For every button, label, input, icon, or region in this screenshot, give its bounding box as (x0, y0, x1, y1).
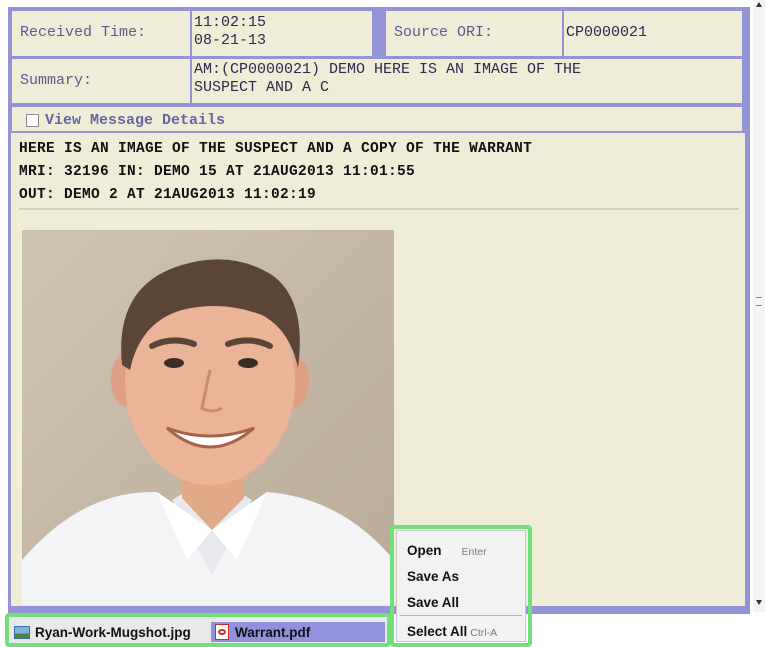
received-time-label: Received Time: (20, 24, 147, 41)
vertical-scrollbar[interactable] (753, 0, 765, 612)
message-line-3: OUT: DEMO 2 AT 21AUG2013 11:02:19 (19, 187, 317, 203)
received-date-value: 08-21-13 (194, 32, 267, 49)
message-divider (19, 208, 739, 210)
message-line-2: MRI: 32196 IN: DEMO 15 AT 21AUG2013 11:0… (19, 164, 416, 180)
attachments-highlight (5, 613, 391, 647)
mugshot-illustration (22, 230, 394, 605)
scroll-grip-icon[interactable] (756, 297, 762, 306)
scroll-up-icon[interactable] (756, 2, 762, 7)
received-time-label-cell: Received Time: (12, 11, 190, 56)
summary-label-cell: Summary: (12, 59, 190, 103)
source-ori-label-cell: Source ORI: (386, 11, 562, 56)
summary-value-cell: AM:(CP0000021) DEMO HERE IS AN IMAGE OF … (192, 59, 742, 103)
received-time-value-cell: 11:02:15 08-21-13 (192, 11, 372, 56)
scroll-down-icon[interactable] (756, 600, 762, 605)
summary-value-line1: AM:(CP0000021) DEMO HERE IS AN IMAGE OF … (194, 61, 582, 78)
summary-value-line2: SUSPECT AND A C (194, 79, 330, 96)
message-line-1: HERE IS AN IMAGE OF THE SUSPECT AND A CO… (19, 141, 533, 157)
view-details-row: View Message Details (12, 107, 742, 131)
context-menu-highlight (390, 525, 532, 647)
view-details-checkbox[interactable] (26, 114, 39, 127)
source-ori-value: CP0000021 (566, 24, 648, 41)
source-ori-label: Source ORI: (394, 24, 494, 41)
source-ori-value-cell: CP0000021 (564, 11, 742, 56)
view-details-label[interactable]: View Message Details (45, 112, 225, 130)
summary-label: Summary: (20, 72, 93, 89)
received-time-value: 11:02:15 (194, 14, 267, 31)
mugshot-image[interactable] (22, 230, 394, 605)
